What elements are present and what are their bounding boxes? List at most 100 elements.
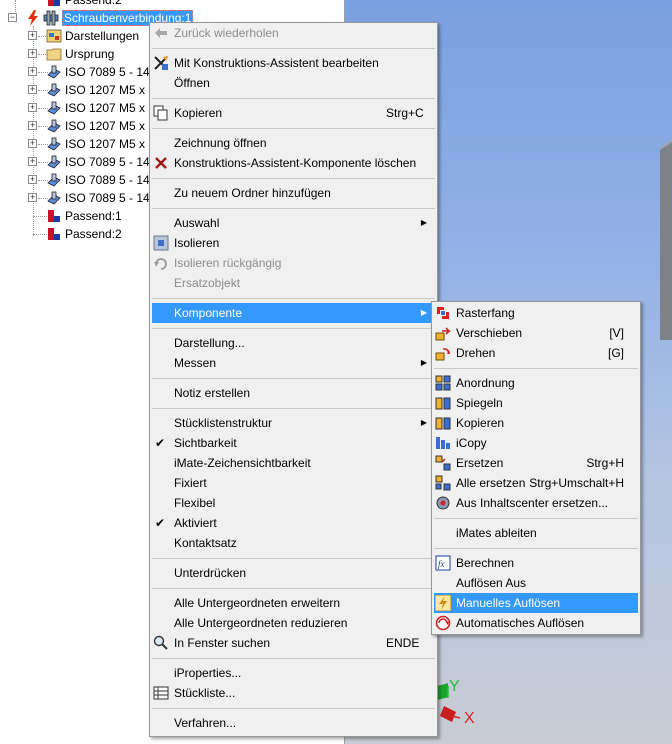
menu-separator bbox=[152, 328, 435, 329]
undo-isolate-icon bbox=[154, 258, 167, 270]
menu-item-visibility[interactable]: ✔ Sichtbarkeit bbox=[152, 433, 435, 453]
menu-item-enabled[interactable]: ✔ Aktiviert bbox=[152, 513, 435, 533]
menu-item-isolate[interactable]: Isolieren bbox=[152, 233, 435, 253]
isolate-icon bbox=[153, 235, 169, 251]
menu-item-copy[interactable]: Kopieren Strg+C bbox=[152, 103, 435, 123]
collapse-toggle[interactable]: − bbox=[8, 13, 17, 22]
menu-item-substitute[interactable]: Ersatzobjekt bbox=[152, 273, 435, 293]
menu-item-expand-all-children[interactable]: Alle Untergeordneten erweitern bbox=[152, 593, 435, 613]
constraint-icon bbox=[48, 228, 60, 240]
menu-item-suppress[interactable]: Unterdrücken bbox=[152, 563, 435, 583]
expand-toggle[interactable]: + bbox=[28, 139, 37, 148]
submenu-item-calculate[interactable]: fx Berechnen bbox=[434, 553, 638, 573]
menu-separator bbox=[152, 48, 435, 49]
tree-item-constraint[interactable]: Passend:2 bbox=[0, 225, 160, 243]
menu-item-find-in-window[interactable]: In Fenster suchen ENDE bbox=[152, 633, 435, 653]
submenu-item-grip-snap[interactable]: Rasterfang bbox=[434, 303, 638, 323]
menu-item-appearance[interactable]: Darstellung... bbox=[152, 333, 435, 353]
part-icon bbox=[47, 173, 61, 187]
menu-item-undo-isolate[interactable]: Isolieren rückgängig bbox=[152, 253, 435, 273]
submenu-item-automatic-solve[interactable]: Automatisches Auflösen bbox=[434, 613, 638, 633]
menu-separator bbox=[152, 708, 435, 709]
menu-item-open[interactable]: Öffnen bbox=[152, 73, 435, 93]
part-icon bbox=[47, 83, 61, 97]
menu-separator bbox=[434, 368, 638, 369]
submenu-item-manual-solve[interactable]: Manuelles Auflösen bbox=[434, 593, 638, 613]
expand-toggle[interactable]: + bbox=[28, 175, 37, 184]
tree-item-part[interactable]: + ISO 1207 M5 x 30 bbox=[0, 117, 162, 135]
mirror-icon bbox=[435, 397, 451, 410]
context-menu: Zurück wiederholen Mit Konstruktions-Ass… bbox=[149, 22, 438, 737]
part-icon bbox=[47, 119, 61, 133]
tree-item-part[interactable]: + ISO 1207 M5 x 30 bbox=[0, 99, 162, 117]
menu-separator bbox=[152, 408, 435, 409]
tree-item-origin[interactable]: + Ursprung bbox=[0, 45, 160, 63]
icopy-icon bbox=[436, 437, 450, 449]
calculate-icon: fx bbox=[435, 555, 451, 571]
menu-separator bbox=[434, 548, 638, 549]
menu-item-create-note[interactable]: Notiz erstellen bbox=[152, 383, 435, 403]
tree-item-constraint[interactable]: Passend:1 bbox=[0, 207, 160, 225]
expand-toggle[interactable]: + bbox=[28, 67, 37, 76]
menu-separator bbox=[152, 208, 435, 209]
submenu-item-solve-off[interactable]: Auflösen Aus bbox=[434, 573, 638, 593]
menu-item-add-to-new-folder[interactable]: Zu neuem Ordner hinzufügen bbox=[152, 183, 435, 203]
expand-toggle[interactable]: + bbox=[28, 193, 37, 202]
submenu-item-infer-imates[interactable]: iMates ableiten bbox=[434, 523, 638, 543]
menu-item-selection[interactable]: Auswahl ▶ bbox=[152, 213, 435, 233]
menu-item-open-drawing[interactable]: Zeichnung öffnen bbox=[152, 133, 435, 153]
submenu-item-pattern[interactable]: Anordnung bbox=[434, 373, 638, 393]
submenu-arrow-icon: ▶ bbox=[420, 358, 427, 367]
tree-item-label: ISO 1207 M5 x 30 bbox=[65, 119, 162, 133]
replace-icon bbox=[435, 455, 451, 471]
menu-item-redo-back[interactable]: Zurück wiederholen bbox=[152, 23, 435, 43]
design-accelerator-icon bbox=[154, 56, 168, 70]
submenu-item-replace-all[interactable]: Alle ersetzen Strg+Umschalt+H bbox=[434, 473, 638, 493]
move-icon bbox=[435, 327, 451, 341]
tree-item-part[interactable]: + ISO 7089 5 - 140 bbox=[0, 153, 160, 171]
submenu-arrow-icon: ▶ bbox=[420, 418, 427, 427]
menu-item-flexible[interactable]: Flexibel bbox=[152, 493, 435, 513]
tree-item-part[interactable]: + ISO 7089 5 - 140 bbox=[0, 171, 160, 189]
expand-toggle[interactable]: + bbox=[28, 103, 37, 112]
tree-item-part[interactable]: + ISO 1207 M5 x 30 bbox=[0, 81, 162, 99]
menu-item-bill-of-materials[interactable]: Stückliste... bbox=[152, 683, 435, 703]
find-icon bbox=[153, 635, 168, 650]
menu-separator bbox=[152, 178, 435, 179]
menu-item-iproperties[interactable]: iProperties... bbox=[152, 663, 435, 683]
tree-item-part[interactable]: + ISO 1207 M5 x 30 bbox=[0, 135, 162, 153]
menu-item-edit-with-design-accelerator[interactable]: Mit Konstruktions-Assistent bearbeiten bbox=[152, 53, 435, 73]
menu-item-imate-glyph-visibility[interactable]: iMate-Zeichensichtbarkeit bbox=[152, 453, 435, 473]
expand-toggle[interactable]: + bbox=[28, 85, 37, 94]
menu-item-procedure[interactable]: Verfahren... bbox=[152, 713, 435, 733]
submenu-item-move[interactable]: Verschieben [V] bbox=[434, 323, 638, 343]
menu-item-grounded[interactable]: Fixiert bbox=[152, 473, 435, 493]
menu-item-contact-set[interactable]: Kontaktsatz bbox=[152, 533, 435, 553]
expand-toggle[interactable]: + bbox=[28, 49, 37, 58]
tree-item-part[interactable]: + ISO 7089 5 - 140 bbox=[0, 63, 160, 81]
part-icon bbox=[47, 155, 61, 169]
tree-item-representations[interactable]: + Darstellungen bbox=[0, 27, 160, 45]
expand-toggle[interactable]: + bbox=[28, 31, 37, 40]
tree-item-label: Darstellungen bbox=[65, 29, 140, 43]
tree-item-constraint[interactable]: Passend:2 bbox=[0, 0, 200, 9]
submenu-item-icopy[interactable]: iCopy bbox=[434, 433, 638, 453]
expand-toggle[interactable]: + bbox=[28, 157, 37, 166]
menu-item-delete-accelerator-component[interactable]: Konstruktions-Assistent-Komponente lösch… bbox=[152, 153, 435, 173]
tree-item-label: ISO 7089 5 - 140 bbox=[65, 173, 157, 187]
submenu-item-rotate[interactable]: Drehen [G] bbox=[434, 343, 638, 363]
expand-toggle[interactable]: + bbox=[28, 121, 37, 130]
submenu-item-copy[interactable]: Kopieren bbox=[434, 413, 638, 433]
menu-item-measure[interactable]: Messen ▶ bbox=[152, 353, 435, 373]
tree-item-label: ISO 1207 M5 x 30 bbox=[65, 101, 162, 115]
submenu-item-replace[interactable]: Ersetzen Strg+H bbox=[434, 453, 638, 473]
tree-item-label: Passend:2 bbox=[65, 0, 122, 7]
y-axis-label: Y bbox=[449, 678, 460, 695]
menu-item-collapse-all-children[interactable]: Alle Untergeordneten reduzieren bbox=[152, 613, 435, 633]
menu-item-component[interactable]: Komponente ▶ bbox=[152, 303, 435, 323]
tree-item-part[interactable]: + ISO 7089 5 - 140 bbox=[0, 189, 160, 207]
back-arrow-icon bbox=[155, 28, 167, 38]
menu-item-bom-structure[interactable]: Stücklistenstruktur ▶ bbox=[152, 413, 435, 433]
submenu-item-replace-from-content-center[interactable]: Aus Inhaltscenter ersetzen... bbox=[434, 493, 638, 513]
submenu-item-mirror[interactable]: Spiegeln bbox=[434, 393, 638, 413]
